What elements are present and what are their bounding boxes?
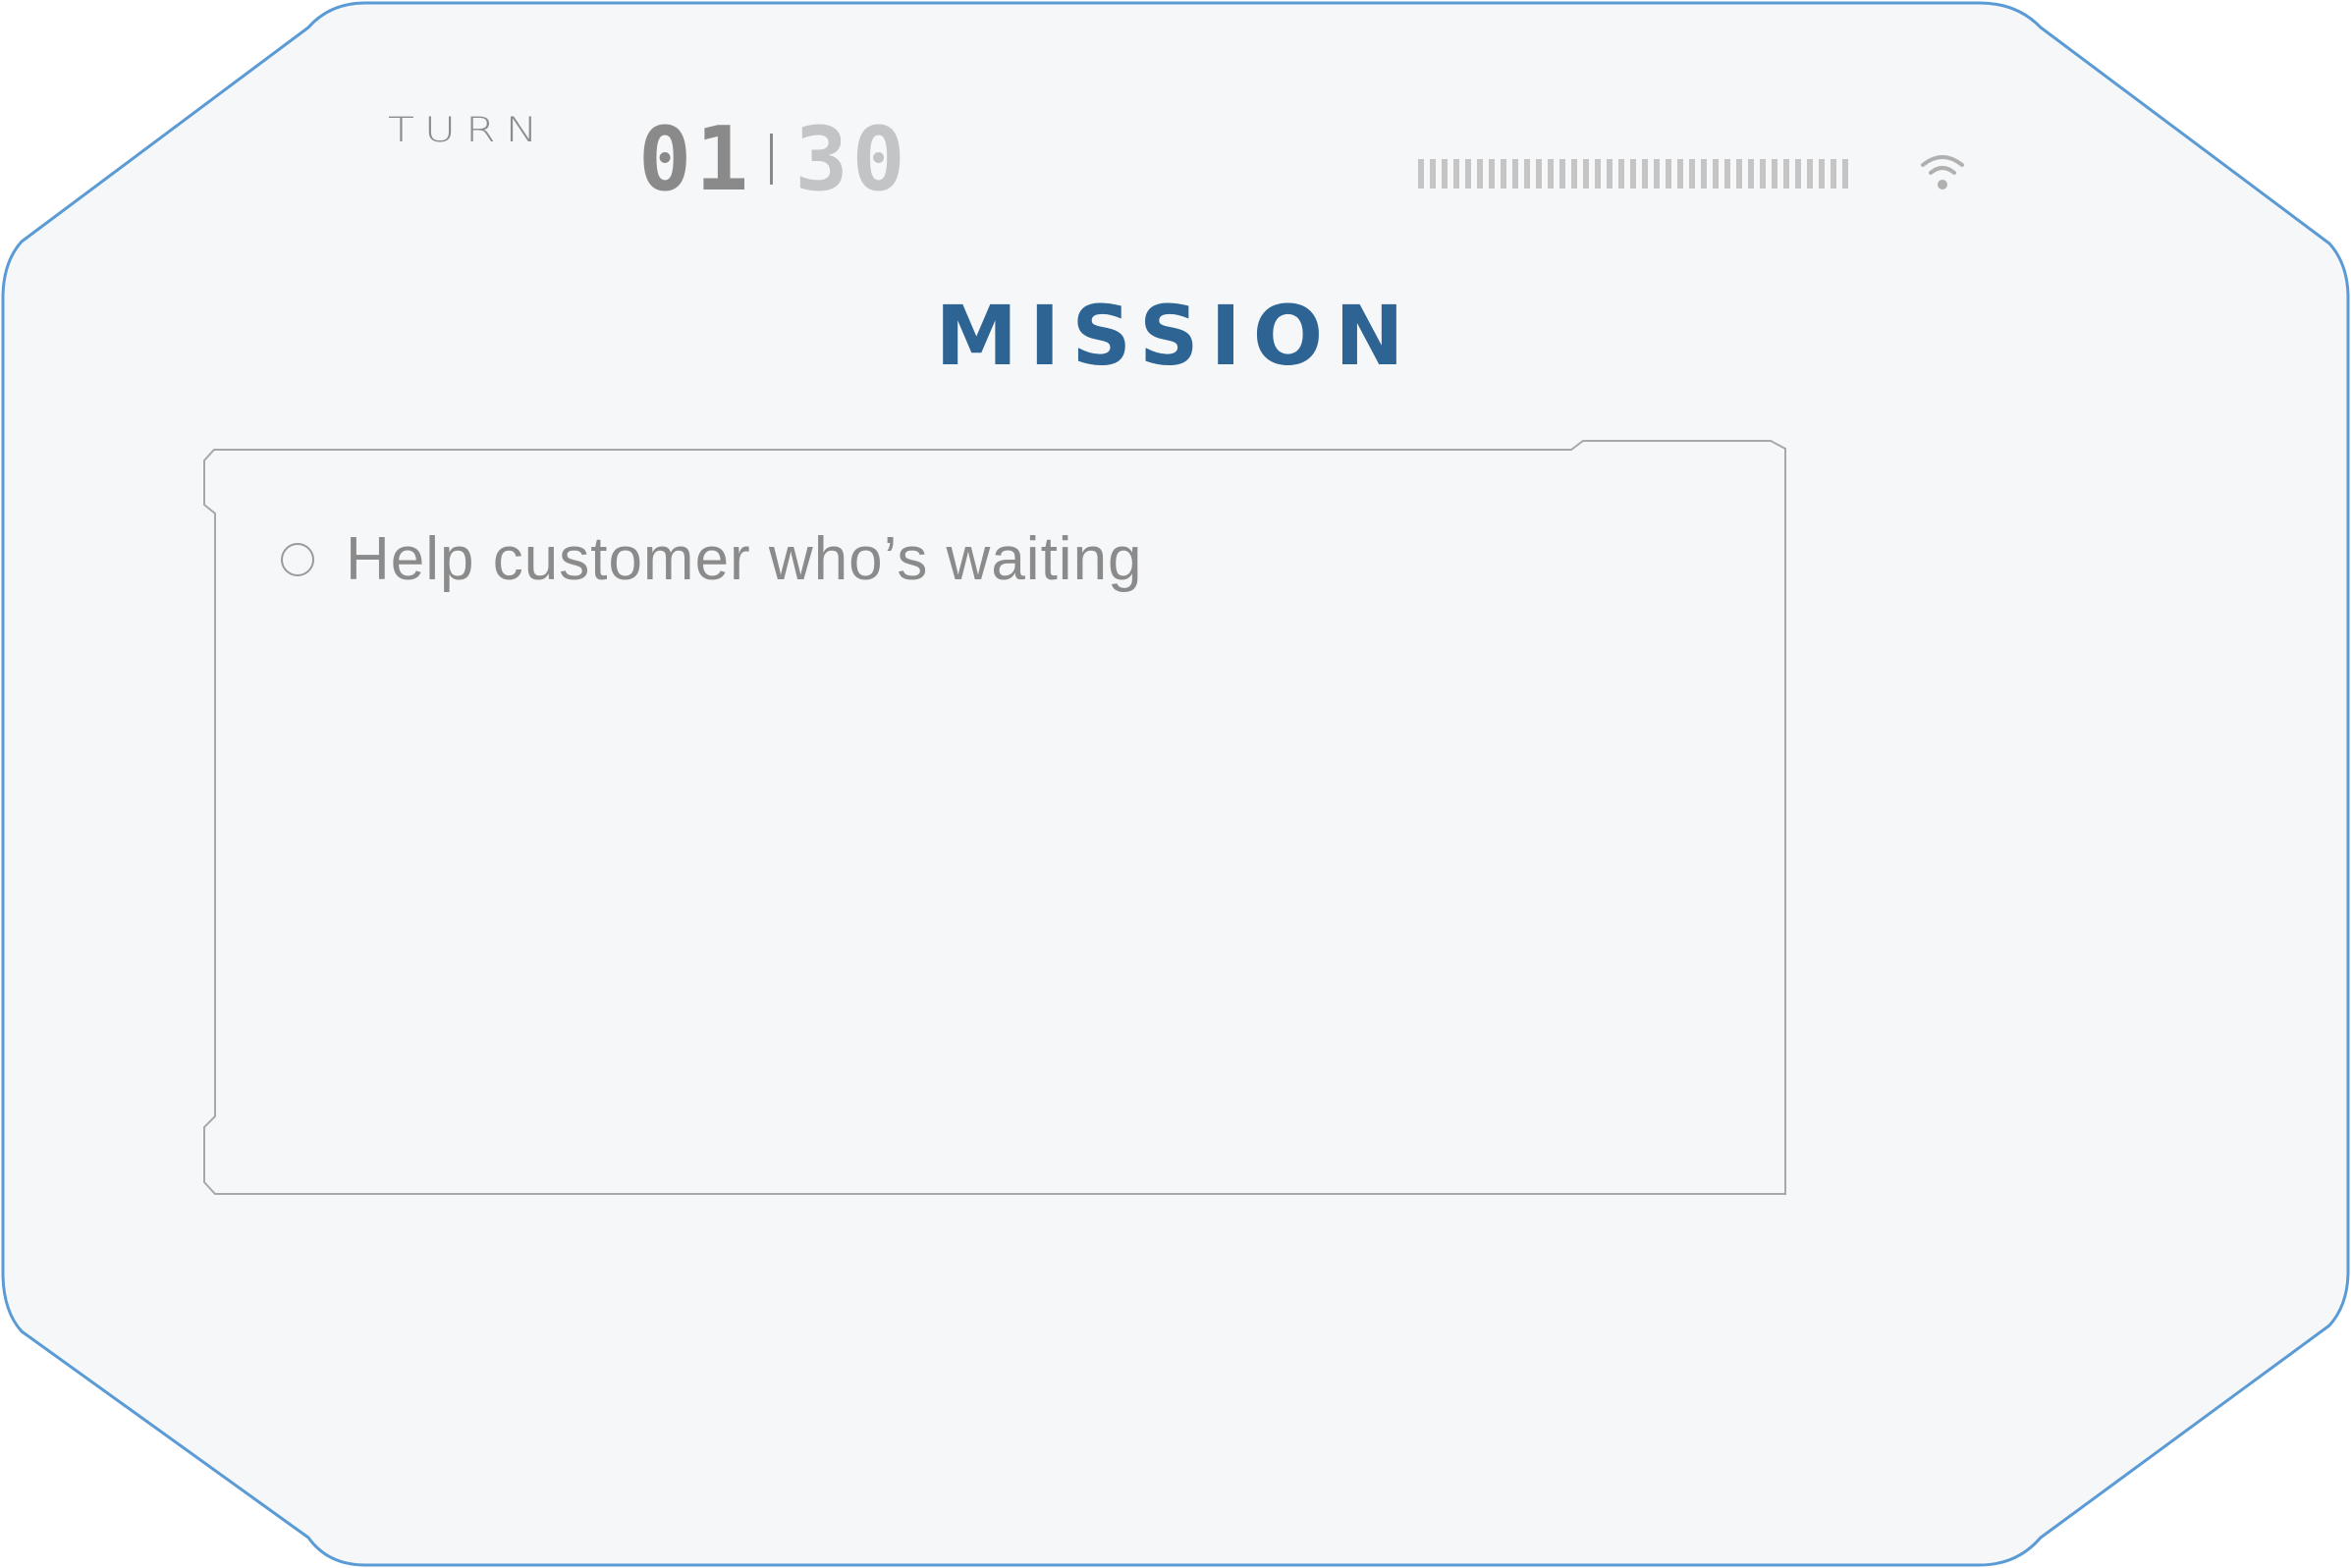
mission-list: Help customer who’s waiting bbox=[281, 520, 1143, 599]
mission-text: Help customer who’s waiting bbox=[346, 525, 1143, 593]
mission-item[interactable]: Help customer who’s waiting bbox=[281, 520, 1143, 599]
mission-panel bbox=[203, 440, 1786, 1195]
mission-checkbox[interactable] bbox=[281, 543, 314, 576]
